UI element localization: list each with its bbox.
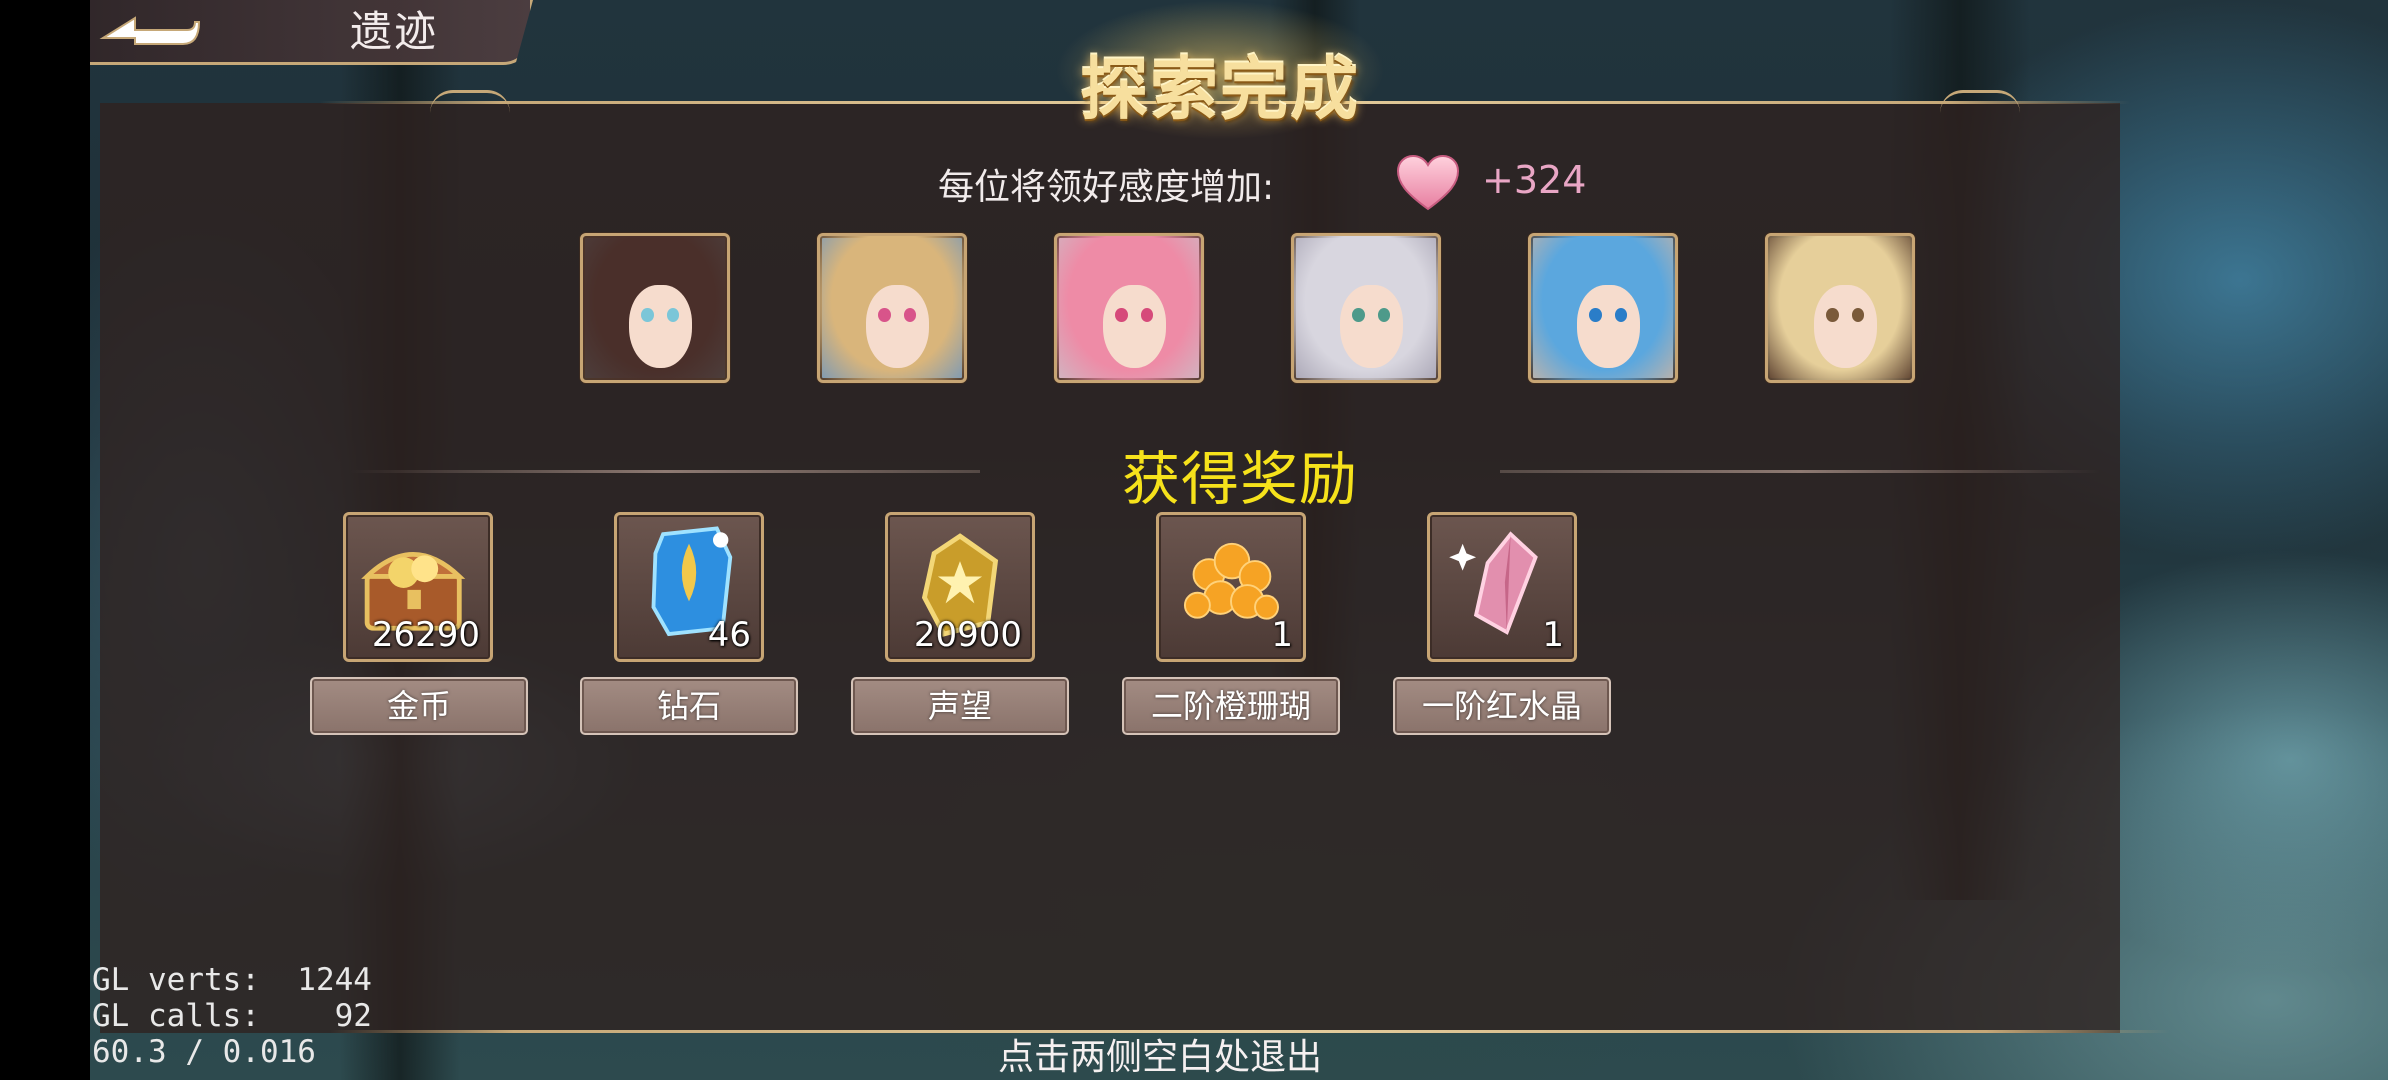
portrait-eye [1825, 308, 1839, 323]
hero-portrait[interactable] [580, 233, 730, 383]
page-title: 遗迹 [350, 7, 439, 56]
game-screen: 遗迹 探索完成 每位将领好感度增加: +324 获得奖励 点击两侧空白处退出 G… [0, 0, 2388, 1080]
left-black-bar [0, 0, 90, 1080]
portrait-face [1340, 284, 1404, 369]
hero-portrait[interactable] [817, 233, 967, 383]
reward-count: 20900 [913, 615, 1022, 655]
reward-label: 金币 [310, 677, 528, 735]
debug-line: GL verts: 1244 [92, 962, 372, 998]
reward-label: 钻石 [580, 677, 798, 735]
reward-item-slot[interactable]: 1 [1427, 512, 1577, 662]
reward-item-slot[interactable]: 46 [614, 512, 764, 662]
flourish-ornament [430, 90, 510, 113]
back-arrow-icon [99, 16, 201, 45]
back-button[interactable] [95, 6, 205, 56]
reward-item-slot[interactable]: 26290 [343, 512, 493, 662]
hero-portrait[interactable] [1291, 233, 1441, 383]
reward-divider-right [1500, 470, 2100, 473]
debug-line: GL calls: 92 [92, 998, 372, 1034]
reward-label: 一阶红水晶 [1393, 677, 1611, 735]
portrait-eye [877, 308, 891, 323]
heart-icon [1396, 155, 1460, 211]
portrait-eye [1114, 308, 1128, 323]
rewards-title: 获得奖励 [1121, 445, 1358, 513]
exit-hint: 点击两侧空白处退出 [997, 1037, 1322, 1078]
affection-label: 每位将领好感度增加: [938, 167, 1275, 208]
affection-value: +324 [1482, 158, 1587, 202]
reward-label: 声望 [851, 677, 1069, 735]
portrait-face [1814, 284, 1878, 369]
portrait-face [866, 284, 930, 369]
exploration-complete-title: 探索完成 [1079, 51, 1360, 130]
reward-divider-left [350, 470, 980, 473]
hero-portrait[interactable] [1765, 233, 1915, 383]
reward-count: 1 [1542, 615, 1564, 655]
reward-count: 26290 [371, 615, 480, 655]
reward-item-slot[interactable]: 1 [1156, 512, 1306, 662]
portrait-eye [640, 308, 654, 323]
hero-portrait[interactable] [1054, 233, 1204, 383]
portrait-eye [1351, 308, 1365, 323]
portrait-face [629, 284, 693, 369]
reward-count: 46 [707, 615, 751, 655]
portrait-face [1103, 284, 1167, 369]
debug-line: 60.3 / 0.016 [92, 1034, 316, 1070]
debug-overlay: GL verts: 1244 GL calls: 92 60.3 / 0.016 [92, 962, 372, 1070]
reward-label: 二阶橙珊瑚 [1122, 677, 1340, 735]
portrait-face [1577, 284, 1641, 369]
hero-portrait[interactable] [1528, 233, 1678, 383]
reward-count: 1 [1271, 615, 1293, 655]
flourish-ornament [1940, 90, 2020, 113]
reward-item-slot[interactable]: 20900 [885, 512, 1035, 662]
portrait-eye [1588, 308, 1602, 323]
